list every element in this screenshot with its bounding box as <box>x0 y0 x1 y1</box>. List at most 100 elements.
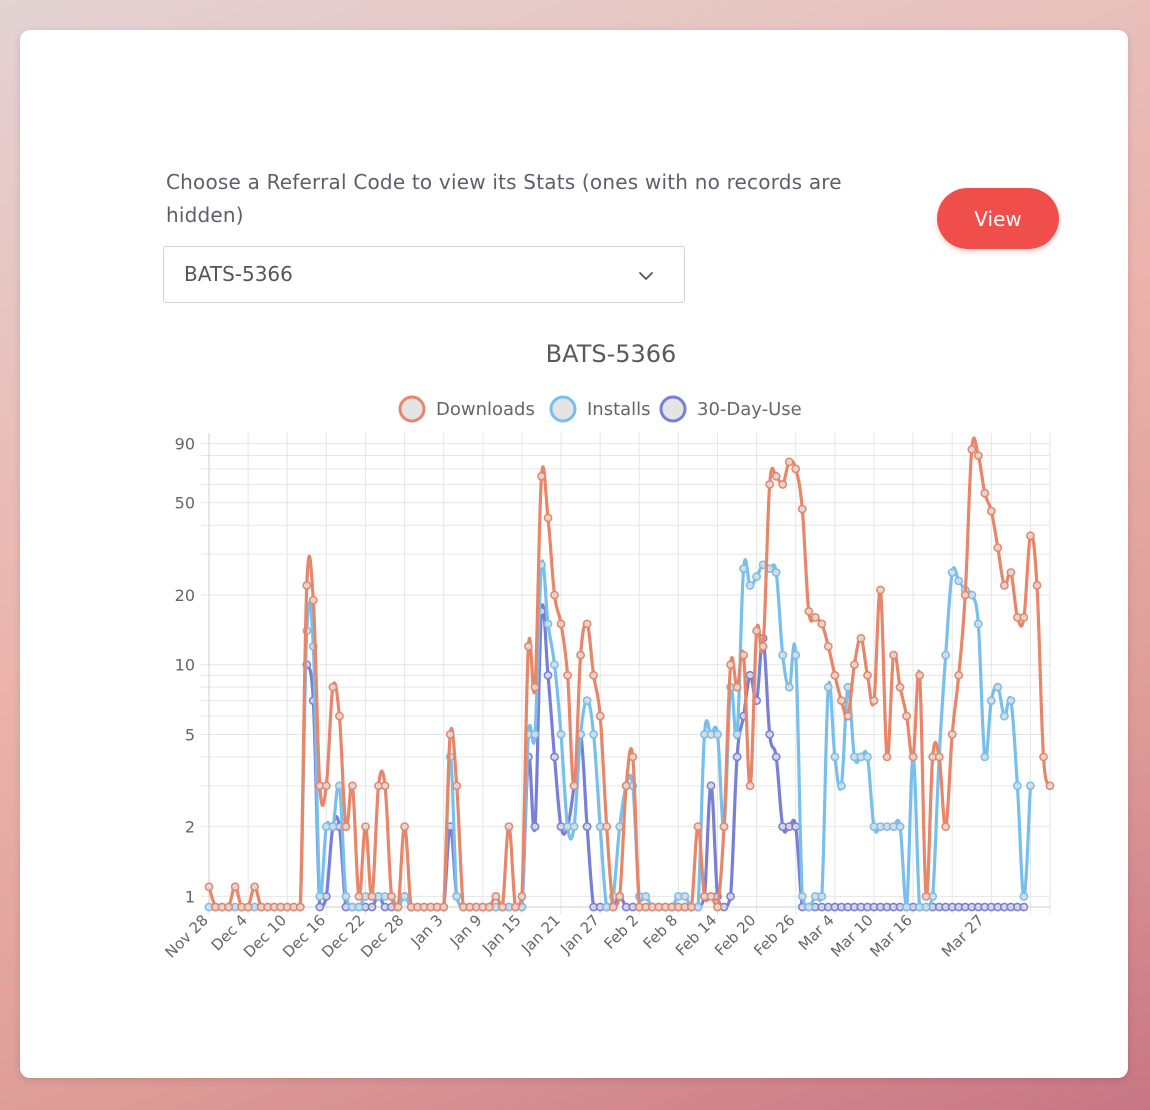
data-point-installs <box>921 902 931 912</box>
data-point-downloads <box>230 882 240 892</box>
data-point-downloads <box>752 626 761 636</box>
data-point-downloads <box>863 670 872 680</box>
data-point-downloads <box>491 892 501 901</box>
data-point-installs <box>863 752 872 762</box>
data-point-downloads <box>367 892 377 901</box>
x-tick-label: Feb 20 <box>711 911 759 959</box>
data-point-downloads <box>869 696 879 705</box>
data-point-installs <box>993 682 1003 692</box>
data-point-installs <box>530 730 540 739</box>
x-tick-label: Mar 10 <box>827 911 877 961</box>
data-point-installs <box>550 660 559 670</box>
data-point-downloads <box>563 670 572 680</box>
data-point-downloads <box>1032 581 1042 590</box>
data-point-30-day-use <box>550 752 559 762</box>
data-point-30-day-use <box>771 752 781 762</box>
data-point-30-day-use <box>367 902 377 912</box>
data-point-downloads <box>837 696 846 705</box>
data-point-downloads <box>713 902 722 912</box>
legend-marker <box>398 395 426 423</box>
data-point-downloads <box>687 902 696 912</box>
data-point-installs <box>354 902 364 912</box>
x-tick-label: Jan 3 <box>407 911 447 951</box>
data-point-downloads <box>980 488 990 498</box>
legend-label: 30-Day-Use <box>697 399 802 420</box>
data-point-installs <box>986 696 996 705</box>
data-point-30-day-use <box>1019 902 1029 912</box>
series-line-downloads <box>207 436 1052 909</box>
data-point-30-day-use <box>791 822 801 831</box>
data-point-downloads <box>1019 613 1029 622</box>
data-point-30-day-use <box>530 822 540 831</box>
data-point-downloads <box>556 619 566 629</box>
y-tick-label: 5 <box>185 725 195 744</box>
data-point-30-day-use <box>543 670 553 680</box>
data-point-installs <box>328 822 338 831</box>
data-point-installs <box>791 650 801 660</box>
data-point-downloads <box>954 670 964 680</box>
data-point-downloads <box>537 471 546 481</box>
legend-marker <box>659 395 687 423</box>
data-point-downloads <box>993 543 1003 553</box>
data-point-downloads <box>576 650 585 660</box>
data-point-installs <box>589 730 598 739</box>
data-point-downloads <box>602 822 612 831</box>
data-point-downloads <box>1039 752 1048 762</box>
data-point-installs <box>817 892 827 901</box>
data-point-installs <box>837 781 846 791</box>
x-tick-label: Feb 26 <box>750 911 798 959</box>
data-point-installs <box>947 568 957 577</box>
data-point-downloads <box>621 781 631 791</box>
data-point-downloads <box>876 585 885 595</box>
data-point-downloads <box>850 660 859 670</box>
data-point-installs <box>1000 711 1009 721</box>
data-point-30-day-use <box>745 670 755 680</box>
x-tick-label: Jan 27 <box>556 911 603 958</box>
data-point-downloads <box>452 781 462 791</box>
data-point-installs <box>954 576 964 586</box>
data-point-downloads <box>589 670 598 680</box>
data-point-downloads <box>791 464 801 474</box>
data-point-installs <box>823 682 833 692</box>
data-point-downloads <box>484 902 494 912</box>
data-point-downloads <box>608 902 618 912</box>
data-point-downloads <box>941 822 951 831</box>
data-point-installs <box>784 682 794 692</box>
y-tick-label: 90 <box>175 435 195 454</box>
data-point-downloads <box>380 781 390 791</box>
data-point-installs <box>797 892 807 901</box>
data-point-downloads <box>1026 531 1035 541</box>
data-point-installs <box>452 892 462 901</box>
x-tick-label: Mar 16 <box>866 911 916 961</box>
y-tick-label: 1 <box>185 887 195 906</box>
x-tick-label: Dec 28 <box>357 911 407 961</box>
data-point-downloads <box>569 781 579 791</box>
data-point-installs <box>778 650 788 660</box>
data-point-installs <box>713 730 722 739</box>
data-point-downloads <box>830 670 840 680</box>
x-tick-label: Dec 16 <box>279 911 329 961</box>
data-point-downloads <box>295 902 305 912</box>
y-tick-label: 20 <box>175 586 195 605</box>
data-point-downloads <box>361 822 370 831</box>
data-point-downloads <box>967 444 977 454</box>
x-tick-label: Nov 28 <box>162 911 212 961</box>
data-point-downloads <box>497 902 507 912</box>
data-point-downloads <box>543 513 553 523</box>
data-point-downloads <box>732 682 742 692</box>
data-point-30-day-use <box>706 781 716 791</box>
data-point-downloads <box>765 479 775 489</box>
data-point-installs <box>771 568 781 577</box>
data-point-installs <box>680 892 690 901</box>
data-point-installs <box>569 822 579 831</box>
data-point-downloads <box>524 642 533 651</box>
data-point-downloads <box>504 822 514 831</box>
data-point-installs <box>895 822 905 831</box>
data-point-downloads <box>302 581 312 590</box>
chart-title: BATS-5366 <box>546 340 677 368</box>
data-point-downloads <box>530 682 540 692</box>
data-point-downloads <box>1045 781 1055 791</box>
data-point-downloads <box>321 781 331 791</box>
data-point-downloads <box>1006 568 1016 577</box>
x-tick-label: Dec 10 <box>240 911 290 961</box>
